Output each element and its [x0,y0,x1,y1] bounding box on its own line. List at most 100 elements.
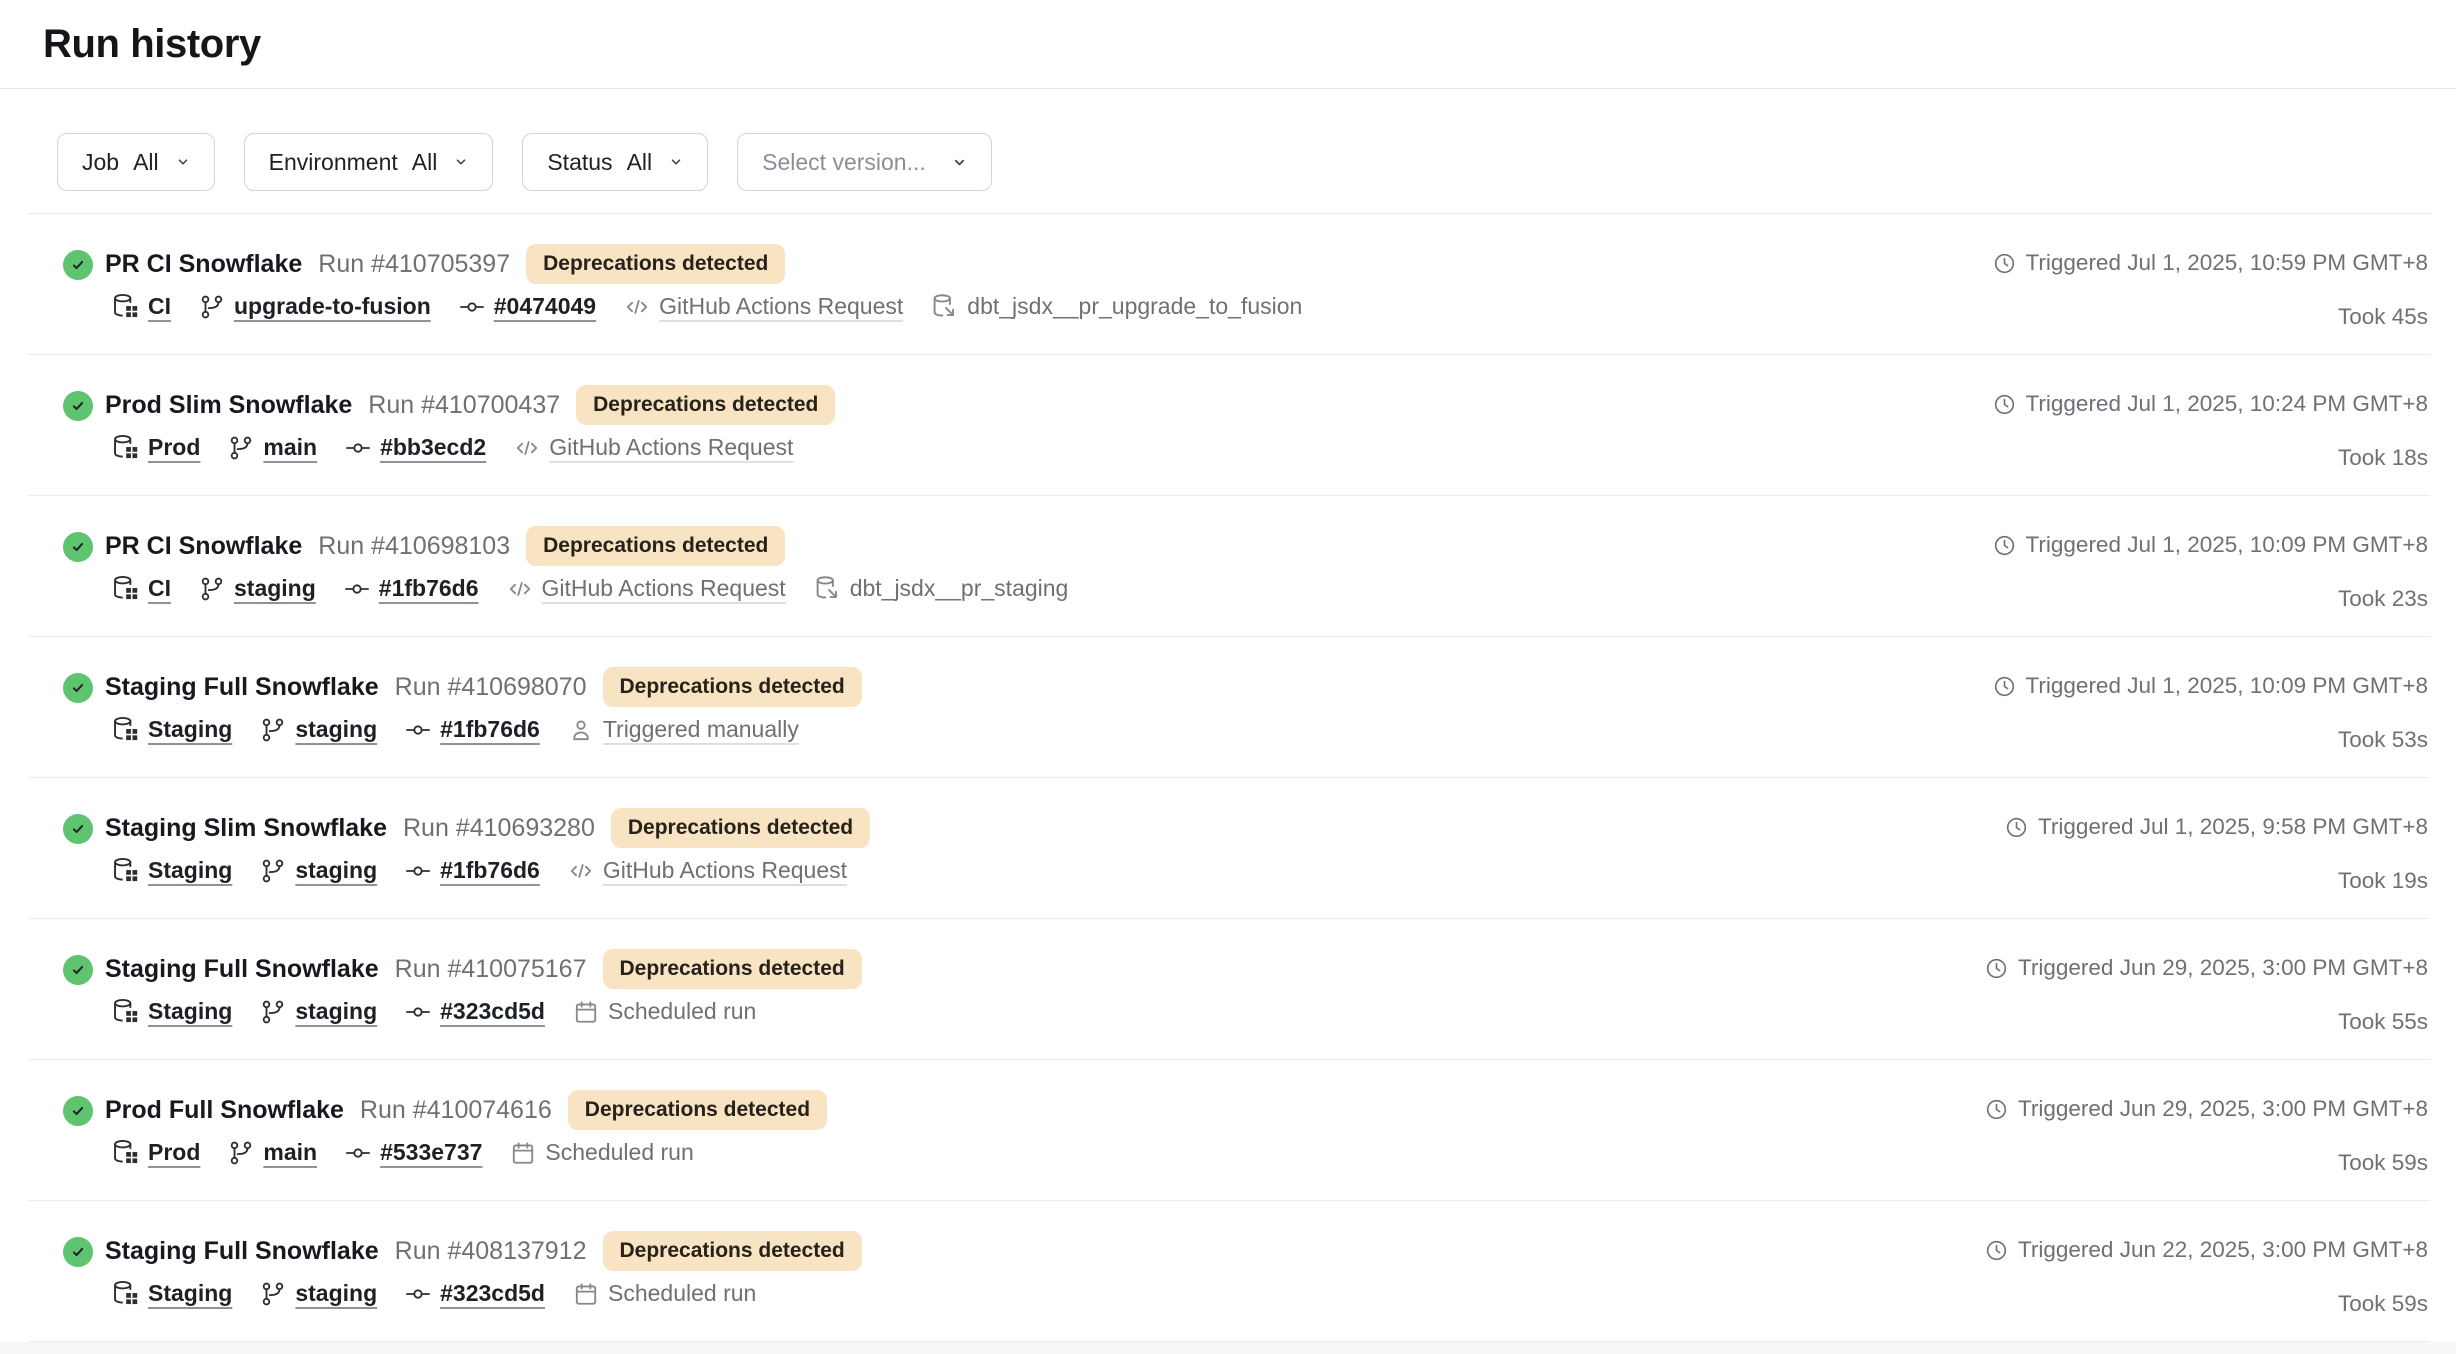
job-name-link[interactable]: PR CI Snowflake [105,532,302,561]
run-duration: Took 59s [1985,1150,2428,1176]
filter-environment[interactable]: Environment All [244,133,494,191]
branch-item: staging [260,1280,377,1307]
user-icon [568,717,594,743]
triggered-time: Triggered Jun 29, 2025, 3:00 PM GMT+8 [1985,955,2428,981]
run-success-icon [63,250,93,280]
chevron-down-icon [952,155,967,170]
run-number: Run #410075167 [395,955,587,984]
filter-value: All [627,149,653,176]
commit-link[interactable]: #533e737 [380,1139,482,1166]
branch-item: upgrade-to-fusion [199,293,431,320]
deprecations-badge: Deprecations detected [526,244,785,284]
branch-link[interactable]: staging [295,857,377,884]
commit-item: #bb3ecd2 [345,434,486,461]
commit-item: #1fb76d6 [405,716,540,743]
trigger-item: GitHub Actions Request [507,575,786,602]
job-name-link[interactable]: Staging Slim Snowflake [105,814,387,843]
trigger-item: GitHub Actions Request [514,434,793,461]
deprecations-badge: Deprecations detected [603,949,862,989]
run-number: Run #408137912 [395,1237,587,1266]
git-branch-icon [199,294,225,320]
page-title: Run history [43,22,261,67]
deprecations-badge: Deprecations detected [611,808,870,848]
job-name-link[interactable]: Staging Full Snowflake [105,673,379,702]
environment-link[interactable]: Prod [148,1139,200,1166]
environment-link[interactable]: CI [148,575,171,602]
clock-icon [1985,957,2008,980]
runs-list: PR CI Snowflake Run #410705397 Deprecati… [0,214,2456,1342]
run-success-icon [63,1237,93,1267]
triggered-text: Triggered Jun 22, 2025, 3:00 PM GMT+8 [2018,1237,2428,1263]
code-icon [624,294,650,320]
trigger-label: GitHub Actions Request [549,434,793,461]
commit-link[interactable]: #0474049 [494,293,596,320]
git-commit-icon [345,1140,371,1166]
environment-link[interactable]: CI [148,293,171,320]
clock-icon [1985,1098,2008,1121]
triggered-time: Triggered Jul 1, 2025, 9:58 PM GMT+8 [2005,814,2428,840]
branch-link[interactable]: main [263,434,317,461]
schema-name: dbt_jsdx__pr_staging [850,575,1069,602]
commit-item: #1fb76d6 [344,575,479,602]
run-success-icon [63,1096,93,1126]
environment-link[interactable]: Staging [148,998,232,1025]
filter-label: Environment [269,149,398,176]
run-duration: Took 23s [1993,586,2429,612]
triggered-text: Triggered Jul 1, 2025, 10:09 PM GMT+8 [2026,673,2429,699]
schema-item: dbt_jsdx__pr_staging [814,575,1069,602]
git-branch-icon [228,435,254,461]
run-row[interactable]: PR CI Snowflake Run #410705397 Deprecati… [28,214,2430,355]
run-row[interactable]: Staging Full Snowflake Run #410075167 De… [28,919,2430,1060]
run-row[interactable]: Prod Slim Snowflake Run #410700437 Depre… [28,355,2430,496]
git-branch-icon [260,999,286,1025]
version-select[interactable]: Select version... [737,133,992,191]
run-row[interactable]: Staging Full Snowflake Run #408137912 De… [28,1201,2430,1342]
commit-item: #1fb76d6 [405,857,540,884]
branch-link[interactable]: staging [295,998,377,1025]
trigger-label: GitHub Actions Request [659,293,903,320]
database-grid-icon [112,857,139,884]
commit-link[interactable]: #1fb76d6 [440,716,540,743]
triggered-text: Triggered Jul 1, 2025, 10:59 PM GMT+8 [2026,250,2429,276]
environment-item: Prod [112,1139,200,1166]
run-row[interactable]: Staging Full Snowflake Run #410698070 De… [28,637,2430,778]
job-name-link[interactable]: Prod Full Snowflake [105,1096,344,1125]
commit-link[interactable]: #323cd5d [440,1280,545,1307]
environment-link[interactable]: Staging [148,857,232,884]
run-row[interactable]: Prod Full Snowflake Run #410074616 Depre… [28,1060,2430,1201]
branch-link[interactable]: staging [295,716,377,743]
job-name-link[interactable]: PR CI Snowflake [105,250,302,279]
database-arrow-icon [814,575,841,602]
environment-link[interactable]: Prod [148,434,200,461]
clock-icon [1993,252,2016,275]
filter-label: Status [547,149,612,176]
git-commit-icon [344,576,370,602]
clock-icon [1993,534,2016,557]
commit-link[interactable]: #1fb76d6 [379,575,479,602]
commit-link[interactable]: #bb3ecd2 [380,434,486,461]
run-row[interactable]: PR CI Snowflake Run #410698103 Deprecati… [28,496,2430,637]
database-grid-icon [112,1280,139,1307]
filter-status[interactable]: Status All [522,133,708,191]
job-name-link[interactable]: Staging Full Snowflake [105,955,379,984]
environment-link[interactable]: Staging [148,716,232,743]
run-duration: Took 53s [1993,727,2429,753]
triggered-text: Triggered Jul 1, 2025, 10:24 PM GMT+8 [2026,391,2429,417]
run-row[interactable]: Staging Slim Snowflake Run #410693280 De… [28,778,2430,919]
filters-group: Job All Environment All Status All [57,133,708,191]
branch-link[interactable]: upgrade-to-fusion [234,293,431,320]
job-name-link[interactable]: Staging Full Snowflake [105,1237,379,1266]
environment-link[interactable]: Staging [148,1280,232,1307]
calendar-icon [573,999,599,1025]
commit-link[interactable]: #1fb76d6 [440,857,540,884]
environment-item: Staging [112,998,232,1025]
environment-item: Staging [112,716,232,743]
filter-job[interactable]: Job All [57,133,215,191]
branch-link[interactable]: staging [234,575,316,602]
job-name-link[interactable]: Prod Slim Snowflake [105,391,352,420]
commit-link[interactable]: #323cd5d [440,998,545,1025]
branch-link[interactable]: staging [295,1280,377,1307]
database-grid-icon [112,293,139,320]
branch-link[interactable]: main [263,1139,317,1166]
run-duration: Took 59s [1985,1291,2428,1317]
